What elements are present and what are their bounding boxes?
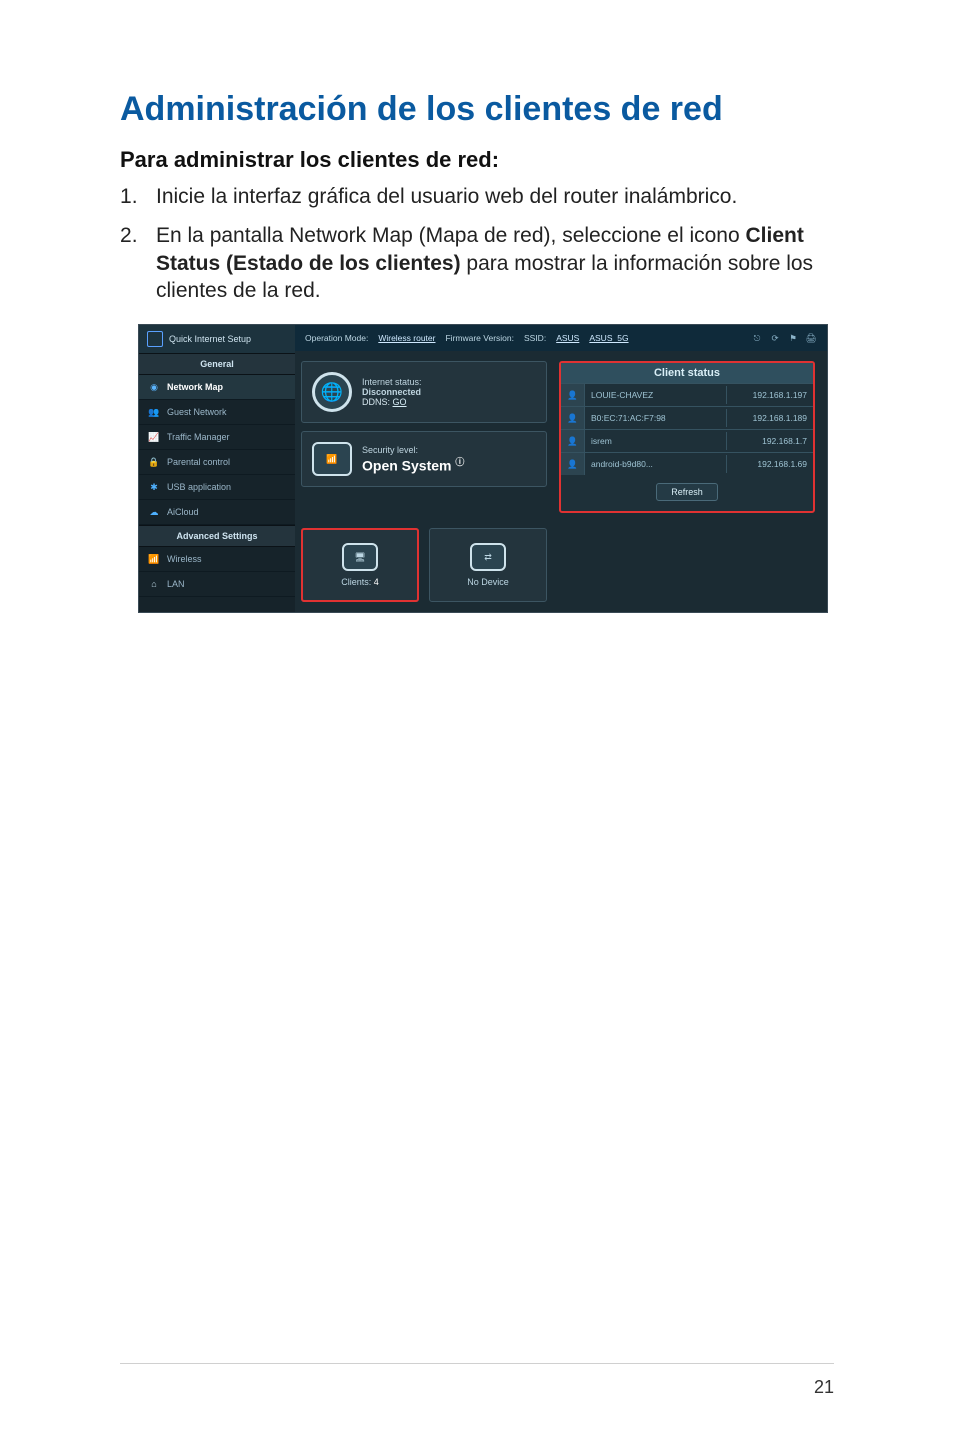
router-left-column: 🌐 Internet status: Disconnected DDNS: GO… xyxy=(301,361,547,602)
clients-count: 4 xyxy=(374,577,379,587)
clients-tile[interactable]: 🖥 Clients: 4 xyxy=(301,528,419,602)
refresh-button[interactable]: Refresh xyxy=(656,483,718,501)
network-map-icon: ◉ xyxy=(147,380,161,394)
client-status-header: Client status xyxy=(561,363,813,383)
router-body: 🌐 Internet status: Disconnected DDNS: GO… xyxy=(295,351,827,612)
sidebar-advanced-header: Advanced Settings xyxy=(139,525,295,547)
steps-list: Inicie la interfaz gráfica del usuario w… xyxy=(120,183,834,304)
op-mode-value[interactable]: Wireless router xyxy=(378,333,435,343)
step-2-text-a: En la pantalla Network Map (Mapa de red)… xyxy=(156,224,745,247)
wireless-icon: 📶 xyxy=(147,552,161,566)
client-icon: 👤 xyxy=(561,453,585,475)
sidebar-item-wireless[interactable]: 📶 Wireless xyxy=(139,547,295,572)
printer-icon[interactable]: 🖨 xyxy=(805,332,817,344)
router-main: Operation Mode: Wireless router Firmware… xyxy=(295,325,827,612)
page-title: Administración de los clientes de red xyxy=(120,90,834,129)
client-row[interactable]: 👤 LOUIE-CHAVEZ 192.168.1.197 xyxy=(561,383,813,406)
globe-icon: 🌐 xyxy=(312,372,352,412)
client-icon: 👤 xyxy=(561,407,585,429)
sidebar-item-label: Guest Network xyxy=(167,407,227,417)
lock-icon: 🔒 xyxy=(147,455,161,469)
router-sidebar: Quick Internet Setup General ◉ Network M… xyxy=(139,325,295,612)
reboot-icon[interactable]: ⟳ xyxy=(769,332,781,344)
ddns-label: DDNS: xyxy=(362,397,390,407)
router-right-column: Client status 👤 LOUIE-CHAVEZ 192.168.1.1… xyxy=(559,361,815,602)
usb-icon: ✱ xyxy=(147,480,161,494)
topbar-icons: ⎋ ⟳ ⚑ 🖨 xyxy=(751,332,817,344)
internet-status-card[interactable]: 🌐 Internet status: Disconnected DDNS: GO xyxy=(301,361,547,423)
sidebar-item-traffic-manager[interactable]: 📈 Traffic Manager xyxy=(139,425,295,450)
op-mode-label: Operation Mode: xyxy=(305,333,368,343)
client-row[interactable]: 👤 B0:EC:71:AC:F7:98 192.168.1.189 xyxy=(561,406,813,429)
client-name: B0:EC:71:AC:F7:98 xyxy=(585,409,727,427)
page-number: 21 xyxy=(814,1377,834,1398)
sidebar-item-label: Wireless xyxy=(167,554,202,564)
ssid-2[interactable]: ASUS_5G xyxy=(589,333,628,343)
step-1: Inicie la interfaz gráfica del usuario w… xyxy=(120,183,834,210)
router-icon: 📶 xyxy=(312,442,352,476)
client-icon: 👤 xyxy=(561,384,585,406)
sidebar-item-guest-network[interactable]: 👥 Guest Network xyxy=(139,400,295,425)
client-name: android-b9d80... xyxy=(585,455,727,473)
language-icon[interactable]: ⚑ xyxy=(787,332,799,344)
usb-tile-label: No Device xyxy=(467,577,509,587)
traffic-manager-icon: 📈 xyxy=(147,430,161,444)
client-ip: 192.168.1.69 xyxy=(727,455,813,473)
qis-label: Quick Internet Setup xyxy=(169,334,251,344)
router-topbar: Operation Mode: Wireless router Firmware… xyxy=(295,325,827,351)
step-2: En la pantalla Network Map (Mapa de red)… xyxy=(120,222,834,304)
client-ip: 192.168.1.197 xyxy=(727,386,813,404)
security-card[interactable]: 📶 Security level: Open System ⓘ xyxy=(301,431,547,487)
router-screenshot: Quick Internet Setup General ◉ Network M… xyxy=(138,324,828,613)
internet-status-value: Disconnected xyxy=(362,387,422,397)
security-value: Open System ⓘ xyxy=(362,455,464,474)
sidebar-item-network-map[interactable]: ◉ Network Map xyxy=(139,375,295,400)
page-subtitle: Para administrar los clientes de red: xyxy=(120,147,834,173)
qis-icon xyxy=(147,331,163,347)
sidebar-item-label: USB application xyxy=(167,482,231,492)
client-row[interactable]: 👤 android-b9d80... 192.168.1.69 xyxy=(561,452,813,475)
monitor-icon: 🖥 xyxy=(342,543,378,571)
client-name: LOUIE-CHAVEZ xyxy=(585,386,727,404)
usb-tile-icon: ⇄ xyxy=(470,543,506,571)
sidebar-item-label: Network Map xyxy=(167,382,223,392)
logout-icon[interactable]: ⎋ xyxy=(751,332,763,344)
client-ip: 192.168.1.7 xyxy=(727,432,813,450)
ssid-1[interactable]: ASUS xyxy=(556,333,579,343)
sidebar-item-label: Parental control xyxy=(167,457,230,467)
client-icon: 👤 xyxy=(561,430,585,452)
clients-label: Clients: xyxy=(341,577,371,587)
sidebar-item-usb-application[interactable]: ✱ USB application xyxy=(139,475,295,500)
sidebar-item-aicloud[interactable]: ☁ AiCloud xyxy=(139,500,295,525)
sidebar-item-lan[interactable]: ⌂ LAN xyxy=(139,572,295,597)
security-label: Security level: xyxy=(362,445,464,455)
guest-network-icon: 👥 xyxy=(147,405,161,419)
client-row[interactable]: 👤 isrem 192.168.1.7 xyxy=(561,429,813,452)
sidebar-item-label: LAN xyxy=(167,579,185,589)
usb-tile[interactable]: ⇄ No Device xyxy=(429,528,547,602)
fw-label: Firmware Version: xyxy=(445,333,514,343)
sidebar-item-label: Traffic Manager xyxy=(167,432,230,442)
ssid-label: SSID: xyxy=(524,333,546,343)
client-ip: 192.168.1.189 xyxy=(727,409,813,427)
internet-status-label: Internet status: xyxy=(362,377,422,387)
cloud-icon: ☁ xyxy=(147,505,161,519)
client-name: isrem xyxy=(585,432,727,450)
client-status-panel: Client status 👤 LOUIE-CHAVEZ 192.168.1.1… xyxy=(559,361,815,513)
sidebar-general-header: General xyxy=(139,353,295,375)
qis-button[interactable]: Quick Internet Setup xyxy=(139,325,295,353)
sidebar-item-label: AiCloud xyxy=(167,507,199,517)
ddns-go-link[interactable]: GO xyxy=(393,397,407,407)
bottom-tiles: 🖥 Clients: 4 ⇄ No Device xyxy=(301,528,547,602)
lan-icon: ⌂ xyxy=(147,577,161,591)
sidebar-item-parental-control[interactable]: 🔒 Parental control xyxy=(139,450,295,475)
